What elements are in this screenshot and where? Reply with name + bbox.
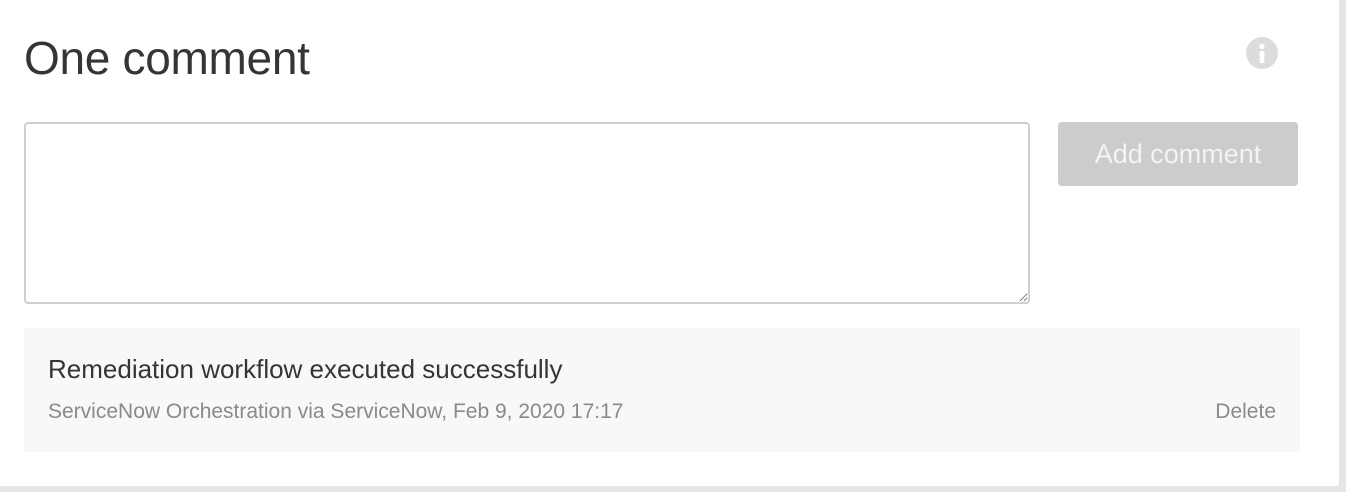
comments-panel: One comment Add comment Remediation work… (0, 0, 1339, 486)
info-icon[interactable] (1246, 37, 1278, 69)
comment-text: Remediation workflow executed successful… (48, 354, 563, 384)
comment-item: Remediation workflow executed successful… (24, 328, 1300, 452)
info-glyph (1259, 43, 1265, 63)
add-comment-button[interactable]: Add comment (1058, 122, 1298, 186)
comment-input[interactable] (24, 122, 1030, 304)
comment-meta: ServiceNow Orchestration via ServiceNow,… (48, 400, 624, 423)
section-title: One comment (24, 32, 310, 84)
delete-comment-link[interactable]: Delete (1215, 398, 1276, 426)
